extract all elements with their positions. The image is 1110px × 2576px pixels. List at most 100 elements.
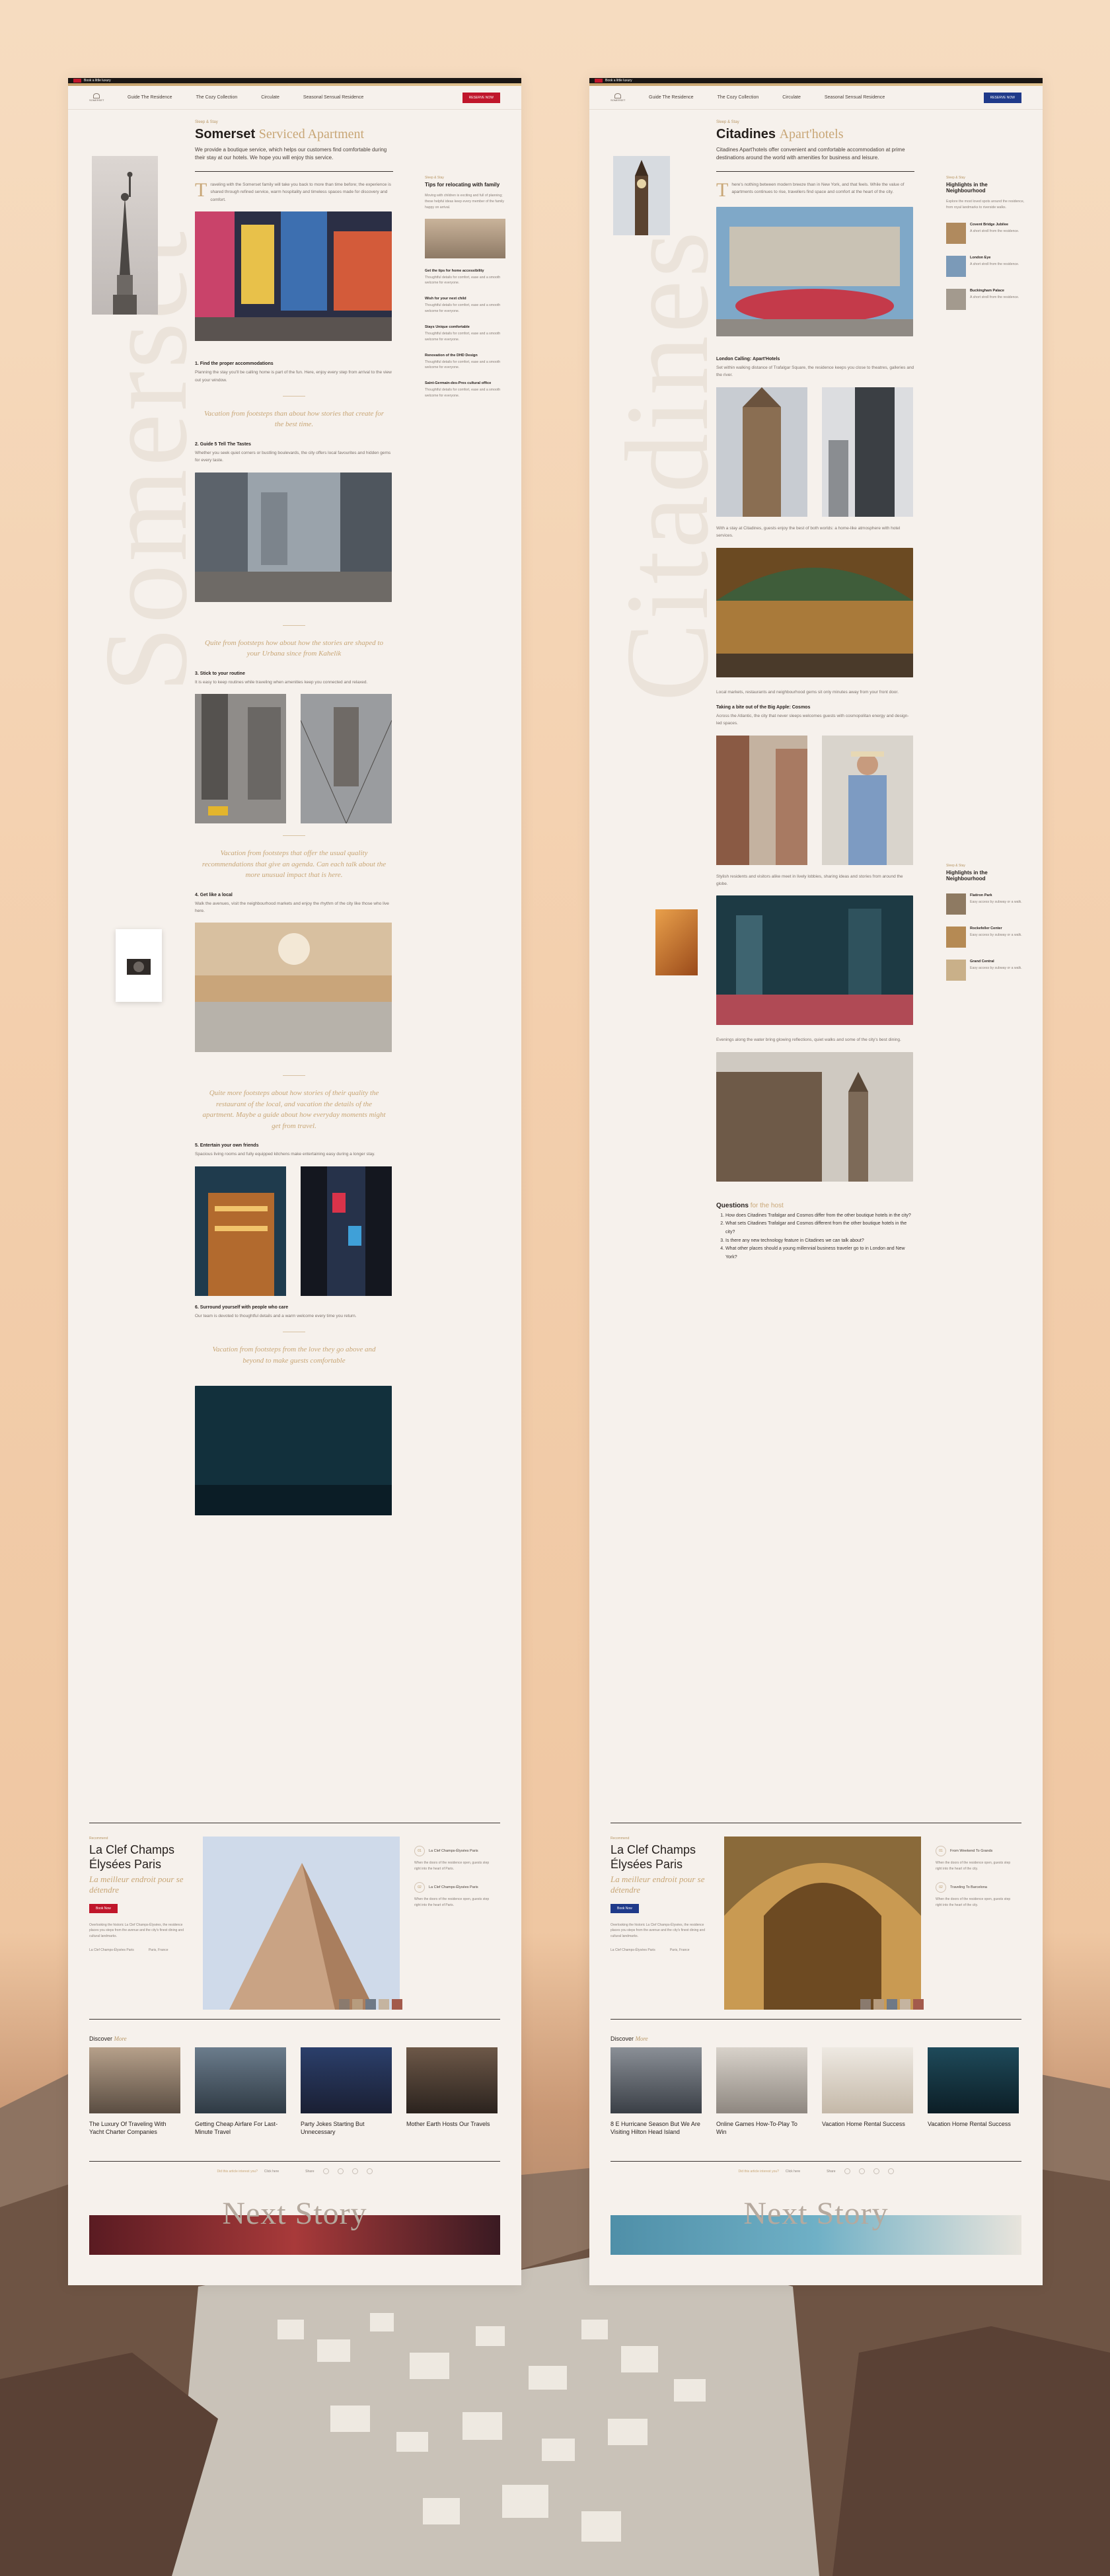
sidebar-item-body: Grand Central Easy access by subway or a … xyxy=(970,960,1022,981)
card-title: Getting Cheap Airfare For Last-Minute Tr… xyxy=(195,2121,278,2136)
sidebar-item[interactable]: London Eye A short stroll from the reside… xyxy=(946,255,1027,277)
thumbnail[interactable] xyxy=(352,1999,363,2010)
related-number: 02 xyxy=(414,1882,425,1893)
brand-logo[interactable]: SOMERSET xyxy=(610,93,625,102)
main-nav: SOMERSET Guide The Residence The Cozy Co… xyxy=(589,86,1043,110)
sidebar-item[interactable]: Saint-Germain-des-Pres cultural office xyxy=(425,381,505,385)
divider xyxy=(195,171,393,172)
thumbnail[interactable] xyxy=(873,1999,884,2010)
divider xyxy=(610,2019,1021,2020)
thumbnail[interactable] xyxy=(339,1999,350,2010)
times-square-night-image xyxy=(301,1166,392,1296)
email-icon[interactable] xyxy=(366,2168,373,2175)
thumbnail[interactable] xyxy=(392,1999,402,2010)
sidebar: Sleep & Stay Tips for relocating with fa… xyxy=(425,176,505,399)
grand-central-image xyxy=(195,923,392,1053)
question-item: How does Citadines Trafalgar and Cosmos … xyxy=(725,1212,914,1221)
section-paragraph: Stylish residents and visitors alike mee… xyxy=(716,874,903,886)
story-card[interactable]: Online Games How-To-Play To Win xyxy=(716,2047,807,2136)
nav-item-2[interactable]: The Cozy Collection xyxy=(196,95,238,100)
story-card[interactable]: Party Jokes Starting But Unnecessary xyxy=(301,2047,392,2136)
related-item[interactable]: 02 La Clef Champs-Élysées Paris xyxy=(414,1882,492,1893)
story-card[interactable]: The Luxury Of Traveling With Yacht Chart… xyxy=(89,2047,180,2136)
pull-quote: Vacation from footsteps that offer the u… xyxy=(202,849,387,879)
sidebar-item-body: Covent Bridge Jubilee A short stroll from… xyxy=(970,223,1019,244)
divider xyxy=(716,171,914,172)
featured-related: 01 La Clef Champs-Élysées Paris When the … xyxy=(414,1837,492,2010)
thumbnail[interactable] xyxy=(900,1999,910,2010)
sidebar-thumb xyxy=(946,222,966,244)
sidebar-label: Sleep & Stay xyxy=(946,176,965,180)
sidebar-paragraph: Explore the most loved spots around the … xyxy=(946,200,1025,209)
sidebar-item[interactable]: Grand Central Easy access by subway or a … xyxy=(946,959,1027,981)
arcade-image xyxy=(724,1837,924,2010)
crest-icon xyxy=(93,93,100,98)
nav-item-1[interactable]: Guide The Residence xyxy=(649,95,694,100)
nav-item-2[interactable]: The Cozy Collection xyxy=(718,95,759,100)
twitter-icon[interactable] xyxy=(337,2168,344,2175)
sidebar-title: Tips for relocating with family xyxy=(425,182,500,188)
sidebar-item[interactable]: Renovation of the DHD Design xyxy=(425,354,505,358)
article-title: Somerset Serviced Apartment xyxy=(195,127,365,141)
nav-item-4[interactable]: Seasonal Sensual Residence xyxy=(825,95,885,100)
section-heading: Taking a bite out of the Big Apple: Cosm… xyxy=(716,704,811,710)
brand-logo[interactable]: SOMERSET xyxy=(89,93,104,102)
thumbnail[interactable] xyxy=(887,1999,897,2010)
book-now-button[interactable]: Book Now xyxy=(89,1903,118,1913)
section-paragraph: It is easy to keep routines while travel… xyxy=(195,679,368,685)
story-card[interactable]: Getting Cheap Airfare For Last-Minute Tr… xyxy=(195,2047,286,2136)
article-bottom: Recommend La Clef Champs Élysées Paris L… xyxy=(610,1823,1021,2255)
card-title: Mother Earth Hosts Our Travels xyxy=(406,2121,490,2127)
related-item[interactable]: 01 La Clef Champs-Élysées Paris xyxy=(414,1846,492,1856)
email-icon[interactable] xyxy=(887,2168,894,2175)
nav-item-3[interactable]: Circulate xyxy=(261,95,279,100)
sidebar-item-text: Thoughtful details for comfort, ease and… xyxy=(425,388,501,398)
article-content: Citadines Sleep & Stay Citadines Apart'h… xyxy=(589,110,1043,1262)
sidebar: Sleep & Stay Highlights in the Neighbour… xyxy=(946,176,1027,993)
footer-link[interactable]: Click here xyxy=(264,2170,279,2174)
book-now-button[interactable]: Book Now xyxy=(610,1903,639,1913)
related-item[interactable]: 02 Traveling To Barcelona xyxy=(936,1882,1014,1893)
story-card[interactable]: Mother Earth Hosts Our Travels xyxy=(406,2047,498,2136)
sidebar-item[interactable]: Stays Unique comfortable xyxy=(425,325,505,329)
nav-item-4[interactable]: Seasonal Sensual Residence xyxy=(303,95,363,100)
story-card[interactable]: Vacation Home Rental Success xyxy=(822,2047,913,2136)
thumbnail[interactable] xyxy=(365,1999,376,2010)
sidebar-item[interactable]: Wish for your next child xyxy=(425,297,505,301)
pinterest-icon[interactable] xyxy=(352,2168,358,2175)
sidebar-item[interactable]: Flatiron Park Easy access by subway or a … xyxy=(946,893,1027,915)
image-pair xyxy=(195,694,393,823)
section-paragraph: Local markets, restaurants and neighbour… xyxy=(716,689,899,695)
facebook-icon[interactable] xyxy=(844,2168,850,2175)
article-bottom: Recommend La Clef Champs Élysées Paris L… xyxy=(89,1823,500,2255)
thumbnail[interactable] xyxy=(379,1999,389,2010)
related-item[interactable]: 01 From Weekend To Grands xyxy=(936,1846,1014,1856)
reserve-button[interactable]: RESERVE NOW xyxy=(983,92,1021,103)
flag-icon xyxy=(73,79,81,83)
sidebar-item[interactable]: Covent Bridge Jubilee A short stroll from… xyxy=(946,222,1027,244)
discover-section: Discover More 8 E Hurricane Season But W… xyxy=(610,2035,1021,2136)
pull-quote: Vacation from footsteps from the love th… xyxy=(212,1345,376,1365)
sidebar-thumb xyxy=(946,959,966,981)
thumbnail[interactable] xyxy=(860,1999,871,2010)
twitter-icon[interactable] xyxy=(858,2168,865,2175)
sidebar-label: Sleep & Stay xyxy=(425,176,444,180)
market-hall-image xyxy=(716,547,913,677)
story-card[interactable]: 8 E Hurricane Season But We Are Visiting… xyxy=(610,2047,702,2136)
sidebar-title: Highlights in the Neighbourhood xyxy=(946,182,988,194)
question-item: What sets Citadines Trafalgar and Cosmos… xyxy=(725,1220,914,1236)
nav-item-1[interactable]: Guide The Residence xyxy=(128,95,172,100)
sidebar-item[interactable]: Buckingham Palace A short stroll from the… xyxy=(946,288,1027,310)
discover-cards: 8 E Hurricane Season But We Are Visiting… xyxy=(610,2047,1021,2136)
footer-link[interactable]: Click here xyxy=(786,2170,800,2174)
card-title: Vacation Home Rental Success xyxy=(822,2121,905,2127)
sidebar-item[interactable]: Rockefeller Center Easy access by subway … xyxy=(946,926,1027,948)
story-card[interactable]: Vacation Home Rental Success xyxy=(928,2047,1019,2136)
facebook-icon[interactable] xyxy=(322,2168,329,2175)
thumbnail[interactable] xyxy=(913,1999,924,2010)
nav-item-3[interactable]: Circulate xyxy=(782,95,801,100)
sidebar-item[interactable]: Get the tips for home accessibility xyxy=(425,269,505,273)
article-title: Citadines Apart'hotels xyxy=(716,127,844,141)
pinterest-icon[interactable] xyxy=(873,2168,879,2175)
reserve-button[interactable]: RESERVE NOW xyxy=(462,92,500,103)
